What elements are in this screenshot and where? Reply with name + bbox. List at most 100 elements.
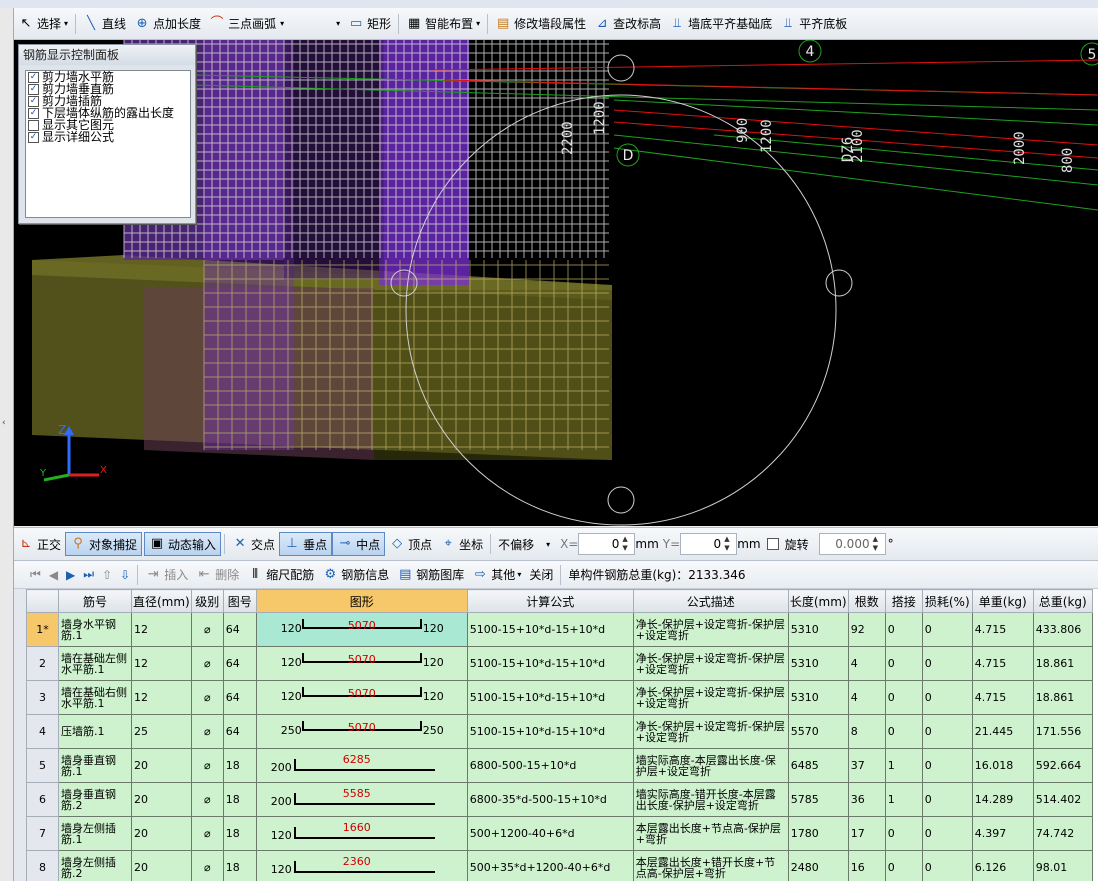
cell-formula[interactable]: 500+1200-40+6*d: [466, 816, 634, 851]
cell-loss[interactable]: 0: [921, 782, 973, 817]
move-up-button[interactable]: ⇧: [98, 564, 116, 586]
rebar-library-button[interactable]: ▤ 钢筋图库: [393, 564, 468, 586]
cell-formula[interactable]: 6800-35*d-500-15+10*d: [466, 782, 634, 817]
table-row[interactable]: 1* 墙身水平钢筋.1 12 ⌀ 64 120 5070 120 5100-15+10*d-15…: [26, 612, 1093, 647]
cell-dia[interactable]: 25: [131, 714, 192, 749]
cell-loss[interactable]: 0: [921, 850, 973, 881]
dynamic-input-toggle[interactable]: ▣ 动态输入: [144, 532, 222, 556]
cell-shape[interactable]: 120 5070 120: [255, 680, 468, 715]
rotate-input[interactable]: 0.000 ▲ ▼: [818, 533, 886, 555]
cell-unit_w[interactable]: 4.397: [971, 816, 1034, 851]
header-unit-weight[interactable]: 单重(kg): [971, 589, 1034, 613]
cell-count[interactable]: 16: [847, 850, 886, 881]
row-index[interactable]: 2: [26, 646, 59, 681]
first-record-button[interactable]: ⏮: [14, 564, 45, 586]
cell-formula[interactable]: 6800-500-15+10*d: [466, 748, 634, 783]
cell-len[interactable]: 5310: [787, 646, 849, 681]
cell-formula[interactable]: 5100-15+10*d-15+10*d: [466, 714, 634, 749]
cell-unit_w[interactable]: 4.715: [971, 680, 1034, 715]
cell-grade[interactable]: ⌀: [190, 612, 224, 647]
coordinate-snap[interactable]: ⌖ 坐标: [436, 533, 487, 555]
cell-fig[interactable]: 64: [222, 714, 257, 749]
last-record-button[interactable]: ⏭: [79, 564, 98, 586]
collapse-arrow-icon[interactable]: ‹: [2, 418, 10, 430]
cell-loss[interactable]: 0: [921, 714, 973, 749]
check-elevation-button[interactable]: ⊿ 查改标高: [590, 13, 665, 35]
align-slab-button[interactable]: ⫫ 平齐底板: [776, 13, 851, 35]
delete-button[interactable]: ⇤ 删除: [192, 564, 243, 586]
cell-count[interactable]: 8: [847, 714, 886, 749]
cell-fig[interactable]: 64: [222, 612, 257, 647]
cell-dia[interactable]: 20: [131, 782, 192, 817]
cell-dia[interactable]: 20: [131, 816, 192, 851]
cell-lap[interactable]: 0: [884, 850, 923, 881]
table-row[interactable]: 6 墙身垂直钢筋.2 20 ⌀ 18 200 5585 6800-35*d-500-15+10…: [26, 782, 1093, 817]
cell-len[interactable]: 5785: [787, 782, 849, 817]
cell-lap[interactable]: 0: [884, 646, 923, 681]
header-length[interactable]: 长度(mm): [787, 589, 849, 613]
rotate-checkbox[interactable]: [766, 538, 779, 550]
cell-unit_w[interactable]: 6.126: [971, 850, 1034, 881]
prev-record-button[interactable]: ◀: [45, 564, 62, 586]
cell-len[interactable]: 5310: [787, 680, 849, 715]
cell-loss[interactable]: 0: [921, 816, 973, 851]
cell-shape[interactable]: 120 2360: [255, 850, 468, 881]
checkbox-icon[interactable]: ✓: [28, 71, 39, 83]
spinner-icon[interactable]: ▲ ▼: [873, 535, 882, 553]
cell-len[interactable]: 6485: [787, 748, 849, 783]
cell-desc[interactable]: 本层露出长度+节点高-保护层+弯折: [632, 816, 789, 851]
cell-name[interactable]: 墙在基础右侧水平筋.1: [58, 680, 132, 715]
cell-unit_w[interactable]: 4.715: [971, 646, 1034, 681]
spinner-icon[interactable]: ▲ ▼: [622, 535, 631, 553]
cell-desc[interactable]: 墙实际高度-错开长度-本层露出长度-保护层+设定弯折: [632, 782, 789, 817]
cell-total_w[interactable]: 592.664: [1032, 748, 1093, 783]
table-row[interactable]: 3 墙在基础右侧水平筋.1 12 ⌀ 64 120 5070 120 5100-15+10*d-…: [26, 680, 1093, 715]
cell-desc[interactable]: 净长-保护层+设定弯折-保护层+设定弯折: [632, 646, 789, 681]
modify-wall-attr-button[interactable]: ▤ 修改墙段属性: [491, 13, 590, 35]
cell-total_w[interactable]: 98.01: [1032, 850, 1093, 881]
header-count[interactable]: 根数: [847, 589, 886, 613]
cell-shape[interactable]: 120 5070 120: [255, 612, 468, 647]
cell-desc[interactable]: 净长-保护层+设定弯折-保护层+设定弯折: [632, 714, 789, 749]
table-row[interactable]: 5 墙身垂直钢筋.1 20 ⌀ 18 200 6285 6800-500-15+10*d 墙实际…: [26, 748, 1093, 783]
cell-lap[interactable]: 0: [884, 612, 923, 647]
row-index[interactable]: 1*: [26, 612, 59, 647]
point-length-button[interactable]: ⊕ 点加长度: [130, 13, 205, 35]
table-row[interactable]: 4 压墙筋.1 25 ⌀ 64 250 5070 250 5100-15+10*d-15+10*…: [26, 714, 1093, 749]
line-button[interactable]: ╲ 直线: [79, 13, 130, 35]
cell-loss[interactable]: 0: [921, 612, 973, 647]
cell-dia[interactable]: 20: [131, 850, 192, 881]
cell-count[interactable]: 37: [847, 748, 886, 783]
cell-total_w[interactable]: 18.861: [1032, 646, 1093, 681]
cell-lap[interactable]: 1: [884, 748, 923, 783]
y-offset-input[interactable]: 0 ▲ ▼: [680, 533, 738, 555]
row-index[interactable]: 5: [26, 748, 59, 783]
cell-unit_w[interactable]: 4.715: [971, 612, 1034, 647]
cell-name[interactable]: 墙身水平钢筋.1: [58, 612, 132, 647]
cell-desc[interactable]: 本层露出长度+错开长度+节点高-保护层+弯折: [632, 850, 789, 881]
cell-loss[interactable]: 0: [921, 646, 973, 681]
header-shape[interactable]: 图形: [255, 589, 468, 613]
cell-fig[interactable]: 18: [222, 850, 257, 881]
intersection-snap[interactable]: ✕ 交点: [228, 533, 279, 555]
three-point-arc-button[interactable]: ⌒ 三点画弧 ▾: [205, 13, 288, 35]
cell-shape[interactable]: 120 5070 120: [255, 646, 468, 681]
cell-fig[interactable]: 64: [222, 646, 257, 681]
cell-total_w[interactable]: 18.861: [1032, 680, 1093, 715]
cell-unit_w[interactable]: 21.445: [971, 714, 1034, 749]
perpendicular-snap[interactable]: ⊥ 垂点: [279, 532, 333, 556]
cell-formula[interactable]: 5100-15+10*d-15+10*d: [466, 612, 634, 647]
cell-len[interactable]: 1780: [787, 816, 849, 851]
x-offset-input[interactable]: 0 ▲ ▼: [578, 533, 636, 555]
cell-fig[interactable]: 18: [222, 748, 257, 783]
cell-shape[interactable]: 120 1660: [255, 816, 468, 851]
cell-grade[interactable]: ⌀: [190, 646, 224, 681]
row-index[interactable]: 8: [26, 850, 59, 881]
cell-total_w[interactable]: 514.402: [1032, 782, 1093, 817]
option-show-detailed-formula[interactable]: ✓ 显示详细公式: [26, 131, 190, 143]
cell-grade[interactable]: ⌀: [190, 782, 224, 817]
cell-lap[interactable]: 0: [884, 714, 923, 749]
left-panel-edge[interactable]: ‹: [0, 8, 14, 881]
cell-total_w[interactable]: 433.806: [1032, 612, 1093, 647]
cell-grade[interactable]: ⌀: [190, 680, 224, 715]
